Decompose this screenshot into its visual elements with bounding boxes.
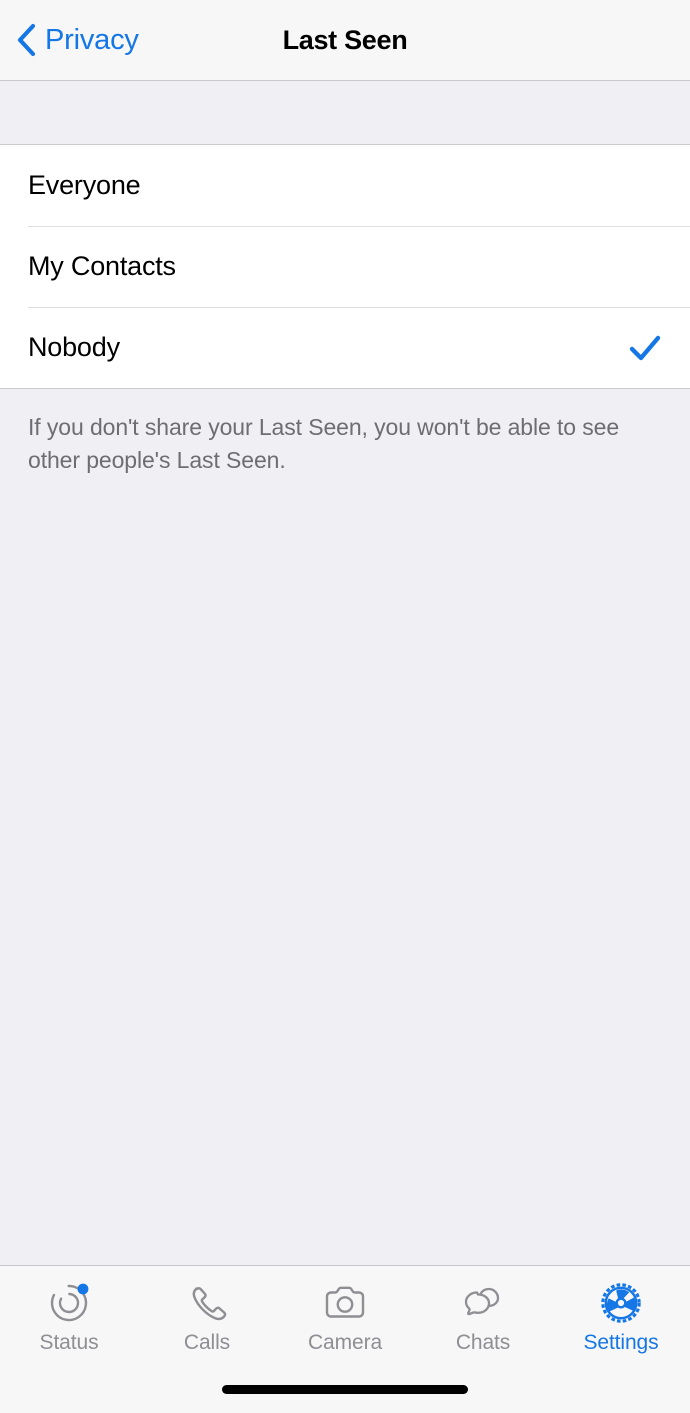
tab-settings[interactable]: Settings (552, 1266, 690, 1355)
tab-label: Chats (455, 1331, 511, 1354)
status-rings-icon (42, 1278, 96, 1328)
home-indicator-bar[interactable] (222, 1384, 468, 1394)
speech-bubbles-icon (456, 1278, 510, 1328)
tab-chats[interactable]: Chats (414, 1266, 552, 1355)
navigation-bar: Privacy Last Seen (0, 0, 690, 81)
checkmark-icon (628, 331, 662, 365)
option-label: Everyone (28, 170, 141, 200)
tab-calls[interactable]: Calls (138, 1266, 276, 1355)
phone-handset-icon (180, 1278, 234, 1328)
back-button-label: Privacy (45, 23, 139, 56)
tab-label: Settings (583, 1331, 659, 1354)
back-button[interactable]: Privacy (16, 0, 139, 80)
content-spacer (0, 476, 690, 1265)
home-indicator-area (0, 1365, 690, 1413)
last-seen-options-group: Everyone My Contacts Nobody (0, 145, 690, 389)
group-top-gap (0, 81, 690, 145)
tab-status[interactable]: Status (0, 1266, 138, 1355)
option-label: My Contacts (28, 251, 176, 281)
tab-label: Calls (183, 1331, 231, 1354)
option-row-everyone[interactable]: Everyone (0, 145, 690, 226)
option-label: Nobody (28, 332, 120, 362)
tab-bar: Status Calls Camera Chats Settings (0, 1265, 690, 1365)
tab-label: Status (39, 1331, 99, 1354)
option-row-my-contacts[interactable]: My Contacts (0, 226, 690, 307)
gear-icon (594, 1278, 648, 1328)
tab-label: Camera (307, 1331, 383, 1354)
app-screen: Privacy Last Seen Everyone My Contacts N… (0, 0, 690, 1413)
footer-note: If you don't share your Last Seen, you w… (28, 414, 620, 473)
chevron-left-icon (17, 23, 36, 57)
option-row-nobody[interactable]: Nobody (0, 307, 690, 388)
tab-camera[interactable]: Camera (276, 1266, 414, 1355)
camera-icon (318, 1278, 372, 1328)
